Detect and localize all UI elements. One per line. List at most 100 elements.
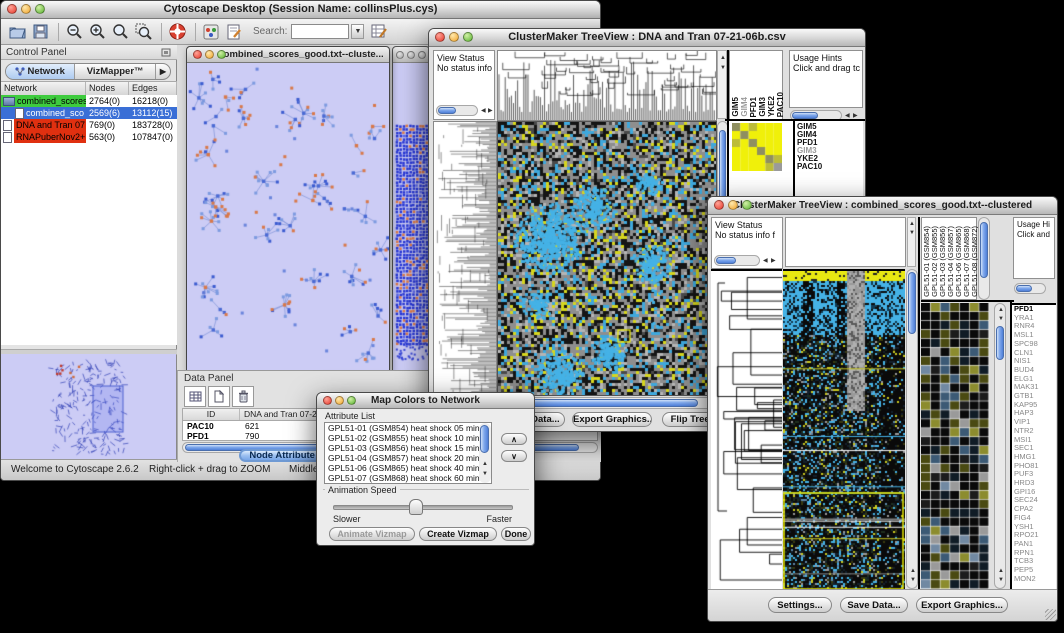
- export-graphics-button[interactable]: Export Graphics...: [916, 597, 1008, 613]
- settings-button[interactable]: Settings...: [768, 597, 832, 613]
- scrollbar-thumb[interactable]: [716, 257, 736, 264]
- plugins-icon[interactable]: [201, 22, 221, 42]
- zoom-window-icon[interactable]: [463, 32, 473, 42]
- row-dendrogram-canvas[interactable]: [433, 121, 497, 396]
- move-up-button[interactable]: ∧: [501, 433, 527, 445]
- column-label[interactable]: GIM5: [731, 97, 740, 117]
- close-icon[interactable]: [714, 200, 724, 210]
- delete-attribute-button[interactable]: [232, 386, 254, 407]
- dendrogram-scroll-strip[interactable]: ▲ ▼: [907, 217, 916, 267]
- scroll-up-icon[interactable]: ▲: [998, 307, 1004, 313]
- scroll-down-icon[interactable]: ▼: [998, 316, 1004, 322]
- scrollbar-thumb[interactable]: [438, 107, 456, 114]
- column-label[interactable]: GIM3: [758, 97, 767, 117]
- window-controls[interactable]: [714, 200, 752, 210]
- column-dendrogram-canvas[interactable]: [497, 50, 717, 121]
- attribute-list-item[interactable]: GPL51-01 (GSM854) heat shock 05 min: [325, 423, 491, 433]
- main-heatmap-canvas[interactable]: [497, 121, 717, 396]
- attribute-list[interactable]: GPL51-01 (GSM854) heat shock 05 minGPL51…: [324, 422, 492, 484]
- column-label[interactable]: PAC10: [776, 92, 785, 117]
- minimize-icon[interactable]: [449, 32, 459, 42]
- zoom-heatmap-canvas[interactable]: [921, 303, 989, 589]
- attribute-list-item[interactable]: GPL51-02 (GSM855) heat shock 10 min: [325, 433, 491, 443]
- summary-heatmap-canvas[interactable]: [732, 123, 782, 171]
- open-folder-icon[interactable]: [7, 22, 27, 42]
- birdseye-view-canvas[interactable]: [1, 354, 176, 460]
- attribute-list-item[interactable]: GPL51-04 (GSM857) heat shock 20 min: [325, 453, 491, 463]
- scrollbar-thumb[interactable]: [908, 272, 916, 334]
- scroll-right-icon[interactable]: ▶: [488, 108, 493, 114]
- scroll-up-icon[interactable]: ▲: [910, 568, 916, 574]
- column-dendrogram-area[interactable]: [785, 217, 906, 267]
- zoom-window-icon[interactable]: [347, 396, 356, 405]
- network-row-rnapuber[interactable]: RNAPuberNov2+ 563(0) 107847(0): [1, 131, 177, 143]
- zoom-out-icon[interactable]: [64, 22, 84, 42]
- zoom-window-icon[interactable]: [35, 4, 45, 14]
- new-attribute-button[interactable]: [208, 386, 230, 407]
- attribute-list-item[interactable]: GPL51-06 (GSM865) heat shock 40 min: [325, 463, 491, 473]
- close-icon[interactable]: [396, 51, 404, 59]
- close-icon[interactable]: [323, 396, 332, 405]
- scroll-left-icon[interactable]: ◀: [481, 108, 486, 114]
- create-vizmap-button[interactable]: Create Vizmap: [419, 527, 497, 541]
- scroll-up-icon[interactable]: ▲: [720, 55, 726, 61]
- scroll-down-icon[interactable]: ▼: [720, 65, 726, 71]
- scrollbar-thumb[interactable]: [480, 425, 489, 453]
- scrollbar-thumb[interactable]: [980, 222, 988, 278]
- close-icon[interactable]: [193, 50, 202, 59]
- move-down-button[interactable]: ∨: [501, 450, 527, 462]
- scroll-down-icon[interactable]: ▼: [998, 577, 1004, 583]
- help-ring-icon[interactable]: [167, 22, 187, 42]
- minimize-icon[interactable]: [21, 4, 31, 14]
- view-status-hscrollbar[interactable]: [436, 105, 478, 116]
- scrollbar-thumb[interactable]: [792, 112, 818, 119]
- column-labels-vscrollbar[interactable]: [978, 217, 990, 300]
- dendrogram-scroll-strip[interactable]: ▲ ▼: [717, 50, 727, 119]
- column-label[interactable]: PFD1: [749, 97, 758, 117]
- column-id[interactable]: ID: [183, 409, 240, 420]
- attribute-list-item[interactable]: GPL51-03 (GSM856) heat shock 15 min: [325, 443, 491, 453]
- attribute-list-item[interactable]: GPL51-07 (GSM868) heat shock 60 min: [325, 473, 491, 483]
- save-icon[interactable]: [30, 22, 50, 42]
- scroll-up-icon[interactable]: ▲: [998, 568, 1004, 574]
- minimize-icon[interactable]: [728, 200, 738, 210]
- gene-label[interactable]: PAC10: [795, 163, 863, 171]
- treeview1-titlebar[interactable]: ClusterMaker TreeView : DNA and Tran 07-…: [429, 29, 865, 47]
- zoom-window-icon[interactable]: [217, 50, 226, 59]
- window-controls[interactable]: [435, 32, 473, 42]
- scroll-down-icon[interactable]: ▼: [909, 230, 915, 236]
- scroll-up-icon[interactable]: ▲: [909, 221, 915, 227]
- row-dendrogram-canvas[interactable]: [711, 269, 782, 591]
- main-heatmap-canvas[interactable]: [783, 269, 905, 591]
- gene-label[interactable]: MON2: [1012, 575, 1056, 584]
- window-controls[interactable]: [323, 396, 356, 405]
- tab-network[interactable]: Network: [6, 64, 75, 79]
- zoom-heatmap-vscrollbar[interactable]: ▲ ▼ ▲ ▼: [994, 303, 1006, 589]
- network-row-combined-scores[interactable]: combined_scores 2764(0) 16218(0): [1, 95, 177, 107]
- zoom-selected-icon[interactable]: [133, 22, 153, 42]
- attribute-browser-icon[interactable]: [369, 22, 389, 42]
- scroll-left-icon[interactable]: ◀: [763, 258, 768, 264]
- column-edges[interactable]: Edges: [129, 82, 177, 95]
- search-input[interactable]: [291, 24, 349, 39]
- inactive-titlebar[interactable]: [393, 47, 429, 63]
- grid-network-canvas[interactable]: [393, 63, 429, 372]
- scroll-down-icon[interactable]: ▼: [910, 577, 916, 583]
- window-controls[interactable]: [193, 50, 226, 59]
- search-dropdown-icon[interactable]: ▼: [351, 24, 364, 39]
- animate-vizmap-button[interactable]: Animate Vizmap: [329, 527, 415, 541]
- treeview2-titlebar[interactable]: ClusterMaker TreeView : combined_scores_…: [708, 197, 1057, 215]
- minimize-icon[interactable]: [407, 51, 415, 59]
- network-row-selected[interactable]: combined_sco 2569(6) 13112(15): [1, 107, 177, 119]
- speed-slider-track[interactable]: [333, 505, 513, 510]
- zoom-window-icon[interactable]: [418, 51, 426, 59]
- minimize-icon[interactable]: [205, 50, 214, 59]
- scrollbar-thumb[interactable]: [996, 326, 1004, 360]
- heatmap-vscrollbar[interactable]: ▲ ▼: [906, 269, 918, 589]
- scrollbar-thumb[interactable]: [1016, 285, 1032, 292]
- minimize-icon[interactable]: [335, 396, 344, 405]
- float-panel-icon[interactable]: [161, 48, 171, 57]
- network-window-titlebar[interactable]: combined_scores_good.txt--cluste...: [187, 47, 389, 63]
- attribute-list-vscrollbar[interactable]: ▲ ▼: [479, 423, 491, 483]
- zoom-window-icon[interactable]: [742, 200, 752, 210]
